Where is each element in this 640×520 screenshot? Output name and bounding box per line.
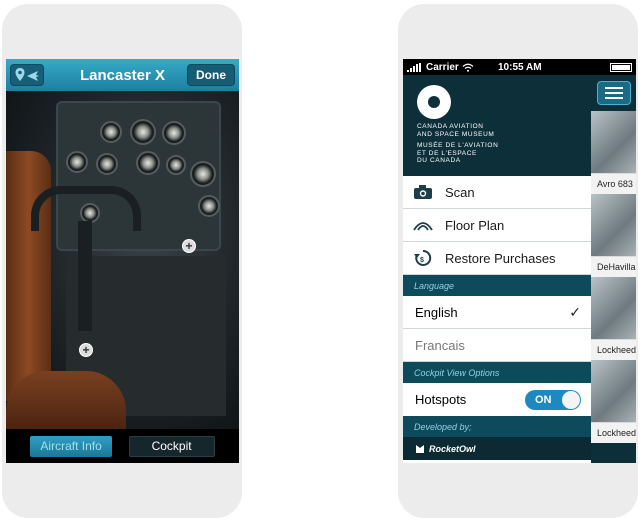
- aircraft-list-item[interactable]: Lockheed: [591, 277, 636, 360]
- menu-item-scan[interactable]: Scan: [403, 176, 591, 209]
- slide-menu: CANADA AVIATION AND SPACE MUSEUM MUSÉE D…: [403, 75, 591, 463]
- restore-icon: $: [413, 248, 433, 268]
- camera-icon: [413, 182, 433, 202]
- hotspot-plus-icon[interactable]: +: [182, 239, 196, 253]
- status-bar: Carrier 10:55 AM: [403, 59, 636, 75]
- museum-name-fr-1: MUSÉE DE L'AVIATION: [417, 142, 499, 149]
- aircraft-list-item[interactable]: Lockheed: [591, 360, 636, 443]
- signal-bars-icon: [407, 62, 421, 72]
- section-header-developed-by: Developed by;: [403, 416, 591, 437]
- left-phone-screen: Lancaster X Done + + Aircraft Info Cockp…: [6, 59, 239, 463]
- aircraft-caption: DeHavilla: [591, 257, 636, 277]
- menu-item-label: Scan: [445, 184, 475, 200]
- floor-plan-icon: [413, 215, 433, 235]
- section-header-language: Language: [403, 275, 591, 296]
- aircraft-thumbnail: [591, 277, 636, 339]
- menu-item-floor-plan[interactable]: Floor Plan: [403, 209, 591, 242]
- hotspot-plus-icon[interactable]: +: [79, 343, 93, 357]
- bottom-tab-bar: Aircraft Info Cockpit: [6, 429, 239, 463]
- map-button[interactable]: [10, 64, 44, 86]
- checkmark-icon: ✓: [569, 303, 581, 320]
- right-phone-screen: Carrier 10:55 AM CANADA AVIATION AND SPA…: [403, 59, 636, 463]
- aircraft-thumbnail: [591, 111, 636, 173]
- museum-name-fr-2: ET DE L'ESPACE: [417, 149, 477, 157]
- owl-icon: [416, 444, 424, 453]
- developer-logo[interactable]: RocketOwl: [403, 437, 591, 460]
- section-header-cockpit-options: Cockpit View Options: [403, 362, 591, 383]
- page-title: Lancaster X: [79, 66, 166, 84]
- svg-text:$: $: [420, 257, 424, 264]
- tab-cockpit[interactable]: Cockpit: [128, 435, 215, 457]
- hotspots-toggle[interactable]: ON: [525, 389, 581, 410]
- map-pin-plane-icon: [15, 68, 39, 81]
- pilot-seat: [6, 151, 51, 401]
- language-label: English: [415, 304, 458, 320]
- aircraft-list-item[interactable]: Avro 683: [591, 111, 636, 194]
- aircraft-caption: Lockheed: [591, 340, 636, 360]
- aircraft-thumbnail: [591, 194, 636, 256]
- language-option-english[interactable]: English ✓: [403, 296, 591, 329]
- cockpit-photo: + +: [6, 91, 239, 429]
- carrier-label: Carrier: [426, 61, 459, 73]
- battery-icon: [610, 63, 632, 72]
- aircraft-side-list: Avro 683 DeHavilla Lockheed Lockheed: [591, 75, 636, 463]
- museum-logo-icon: [417, 85, 451, 119]
- menu-item-label: Floor Plan: [445, 217, 505, 233]
- aircraft-caption: Lockheed: [591, 423, 636, 443]
- status-time: 10:55 AM: [498, 61, 542, 73]
- toggle-state: ON: [535, 393, 552, 406]
- museum-name-en-2: AND SPACE MUSEUM: [417, 130, 495, 138]
- developer-name: RocketOwl: [429, 443, 476, 454]
- seat-cushion: [6, 371, 126, 429]
- menu-item-restore-purchases[interactable]: $ Restore Purchases: [403, 242, 591, 275]
- museum-name-en-1: CANADA AVIATION: [417, 123, 484, 130]
- aircraft-caption: Avro 683: [591, 174, 636, 194]
- aircraft-list-item[interactable]: DeHavilla: [591, 194, 636, 277]
- menu-item-label: Restore Purchases: [445, 250, 556, 266]
- museum-name-fr-3: DU CANADA: [417, 157, 461, 164]
- done-button[interactable]: Done: [187, 64, 235, 86]
- language-label: Francais: [415, 337, 465, 353]
- toggle-knob: [562, 390, 580, 409]
- language-option-francais[interactable]: Francais: [403, 329, 591, 362]
- tab-aircraft-info[interactable]: Aircraft Info: [30, 435, 112, 457]
- hamburger-menu-icon[interactable]: [596, 81, 631, 105]
- wifi-icon: [462, 63, 474, 72]
- aircraft-thumbnail: [591, 360, 636, 422]
- hotspots-label: Hotspots: [415, 392, 467, 407]
- hotspots-row: Hotspots ON: [403, 383, 591, 416]
- museum-header: CANADA AVIATION AND SPACE MUSEUM MUSÉE D…: [403, 75, 591, 176]
- navigation-bar: Lancaster X Done: [6, 59, 239, 91]
- control-column: [78, 221, 92, 331]
